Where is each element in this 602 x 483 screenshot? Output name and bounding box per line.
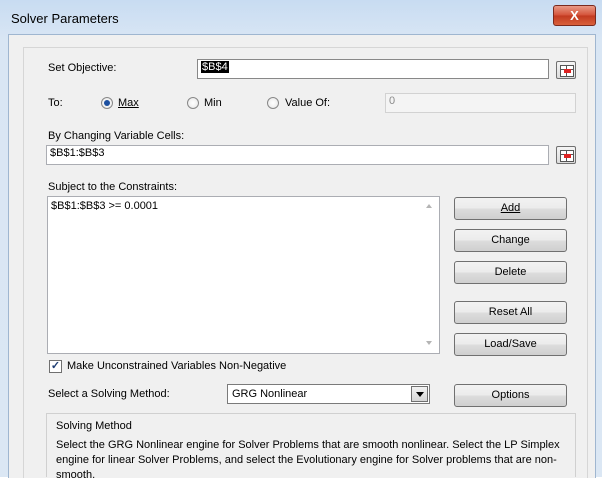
- radio-min-label[interactable]: Min: [204, 97, 222, 109]
- checkmark-icon: ✓: [50, 360, 61, 372]
- non-negative-label[interactable]: Make Unconstrained Variables Non-Negativ…: [67, 360, 286, 372]
- add-button[interactable]: Add: [454, 197, 567, 220]
- close-icon: X: [570, 8, 579, 23]
- title-bar[interactable]: Solver Parameters X: [0, 0, 602, 34]
- solving-method-group: Solving Method Select the GRG Nonlinear …: [46, 413, 576, 481]
- non-negative-checkbox[interactable]: ✓: [49, 360, 62, 373]
- chevron-down-icon[interactable]: [411, 386, 428, 402]
- changing-cells-label: By Changing Variable Cells:: [48, 130, 185, 142]
- solving-method-title: Solving Method: [56, 420, 132, 432]
- radio-max[interactable]: [101, 97, 113, 109]
- scroll-down-icon[interactable]: [426, 341, 432, 345]
- constraints-label: Subject to the Constraints:: [48, 181, 178, 193]
- changing-cells-input[interactable]: $B$1:$B$3: [46, 145, 549, 165]
- window-title: Solver Parameters: [11, 11, 119, 26]
- change-button[interactable]: Change: [454, 229, 567, 252]
- scroll-up-icon[interactable]: [426, 204, 432, 208]
- value-of-input[interactable]: 0: [385, 93, 576, 113]
- constraint-item[interactable]: $B$1:$B$3 >= 0.0001: [51, 200, 158, 212]
- constraints-scrollbar[interactable]: [422, 197, 439, 353]
- solving-method-label: Select a Solving Method:: [48, 388, 170, 400]
- close-button[interactable]: X: [553, 5, 596, 26]
- objective-value: $B$4: [201, 61, 229, 73]
- solver-parameters-window: Solver Parameters X Set Objective: $B$4 …: [0, 0, 602, 481]
- set-objective-label: Set Objective:: [48, 62, 117, 74]
- radio-value-of[interactable]: [267, 97, 279, 109]
- to-label: To:: [48, 97, 63, 109]
- radio-min[interactable]: [187, 97, 199, 109]
- load-save-button[interactable]: Load/Save: [454, 333, 567, 356]
- objective-input[interactable]: $B$4: [197, 59, 549, 79]
- solving-method-select[interactable]: GRG Nonlinear: [227, 384, 430, 404]
- radio-value-of-label[interactable]: Value Of:: [285, 97, 330, 109]
- solving-method-value: GRG Nonlinear: [232, 388, 308, 400]
- changing-cells-range-button[interactable]: [556, 146, 576, 164]
- delete-button[interactable]: Delete: [454, 261, 567, 284]
- options-button[interactable]: Options: [454, 384, 567, 407]
- radio-max-label[interactable]: Max: [118, 97, 139, 109]
- objective-range-button[interactable]: [556, 61, 576, 79]
- solving-method-description: Select the GRG Nonlinear engine for Solv…: [56, 439, 560, 481]
- constraints-list[interactable]: $B$1:$B$3 >= 0.0001: [47, 196, 440, 354]
- reset-all-button[interactable]: Reset All: [454, 301, 567, 324]
